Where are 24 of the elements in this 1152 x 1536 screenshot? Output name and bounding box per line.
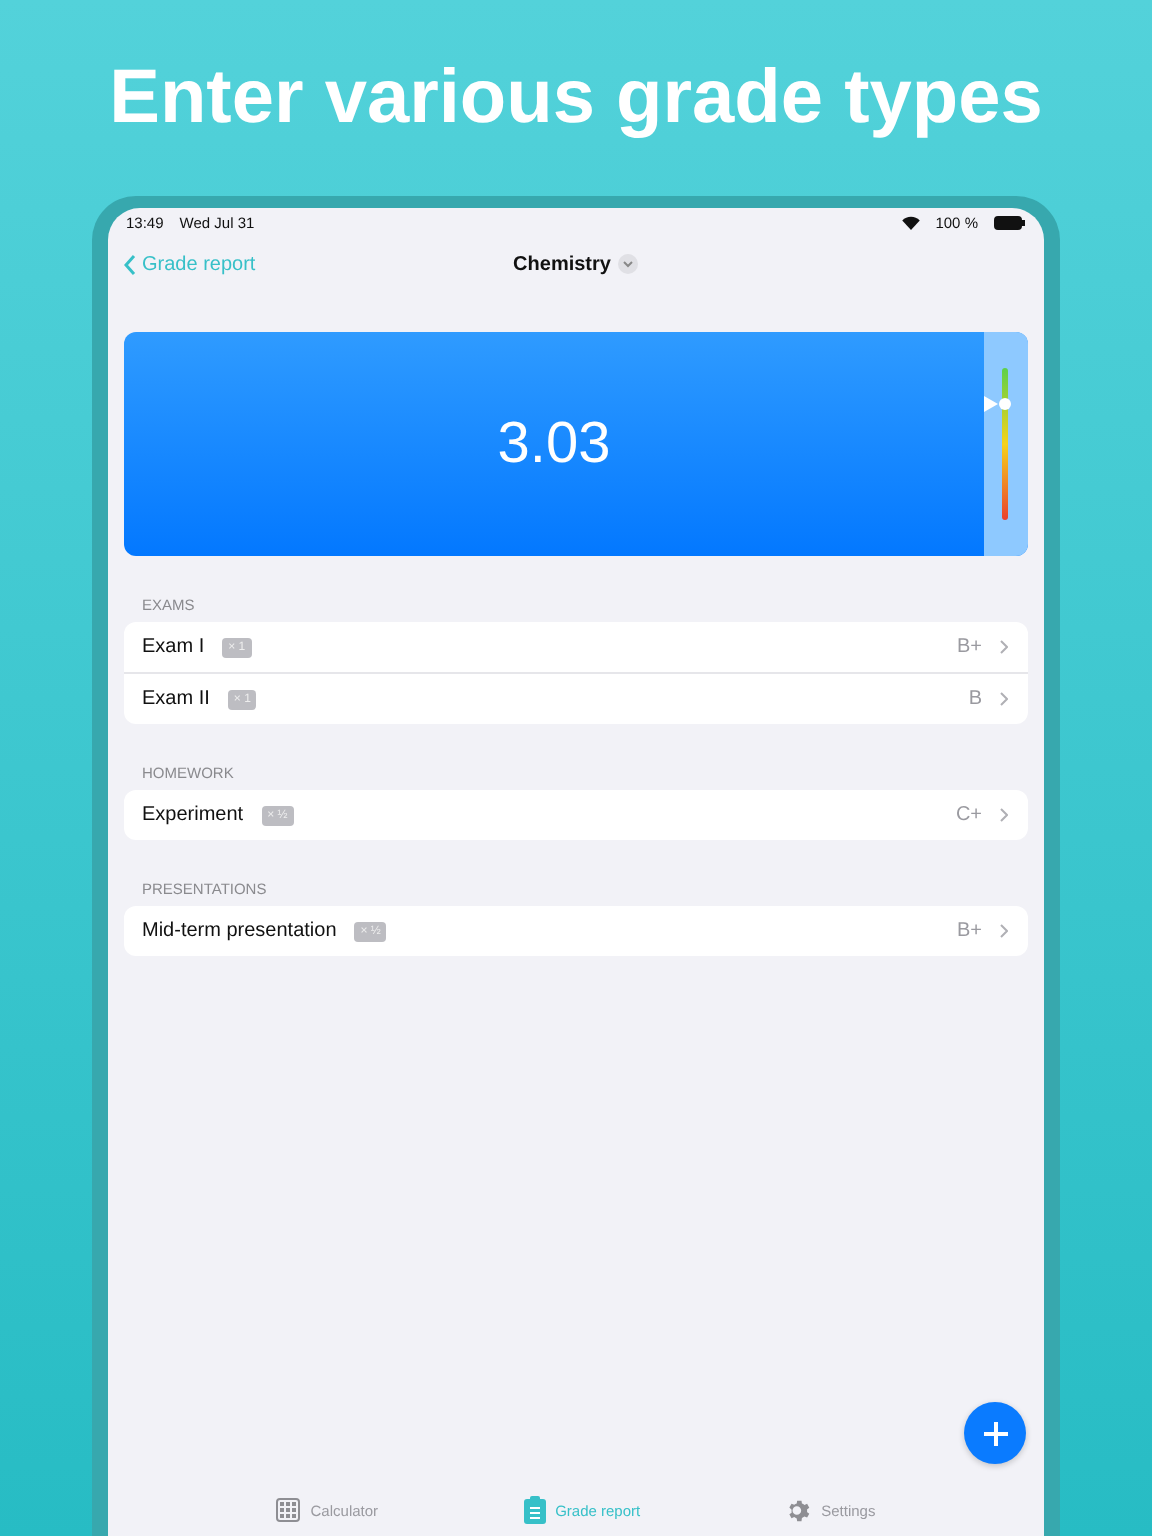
grid-icon [276,1498,301,1522]
headline: Enter various grade types [109,54,1043,144]
subject-title[interactable]: Chemistry [513,253,611,275]
add-button[interactable] [964,1402,1026,1464]
chevron-right-icon [1000,640,1008,654]
wifi-icon [901,215,920,229]
grade-name: Mid-term presentation [142,920,337,942]
chevron-down-icon[interactable] [618,254,639,274]
settings-icon [785,1497,812,1523]
grade-value: B [968,688,982,710]
grade-name: Exam II [142,688,210,710]
chevron-right-icon [1000,808,1008,822]
plus-icon [983,1421,1007,1445]
battery-icon [994,215,1026,229]
grade-value: B+ [956,636,982,658]
chevron-left-icon [124,253,136,275]
chevron-right-icon [1000,924,1008,938]
grade-value: B+ [956,920,982,942]
grade-name: Experiment [142,804,244,826]
grade-value: C+ [955,804,982,826]
average-grade: 3.03 [497,411,611,477]
grade-name: Exam I [142,636,205,658]
clipboard-icon [523,1496,546,1524]
chevron-right-icon [1000,692,1008,706]
